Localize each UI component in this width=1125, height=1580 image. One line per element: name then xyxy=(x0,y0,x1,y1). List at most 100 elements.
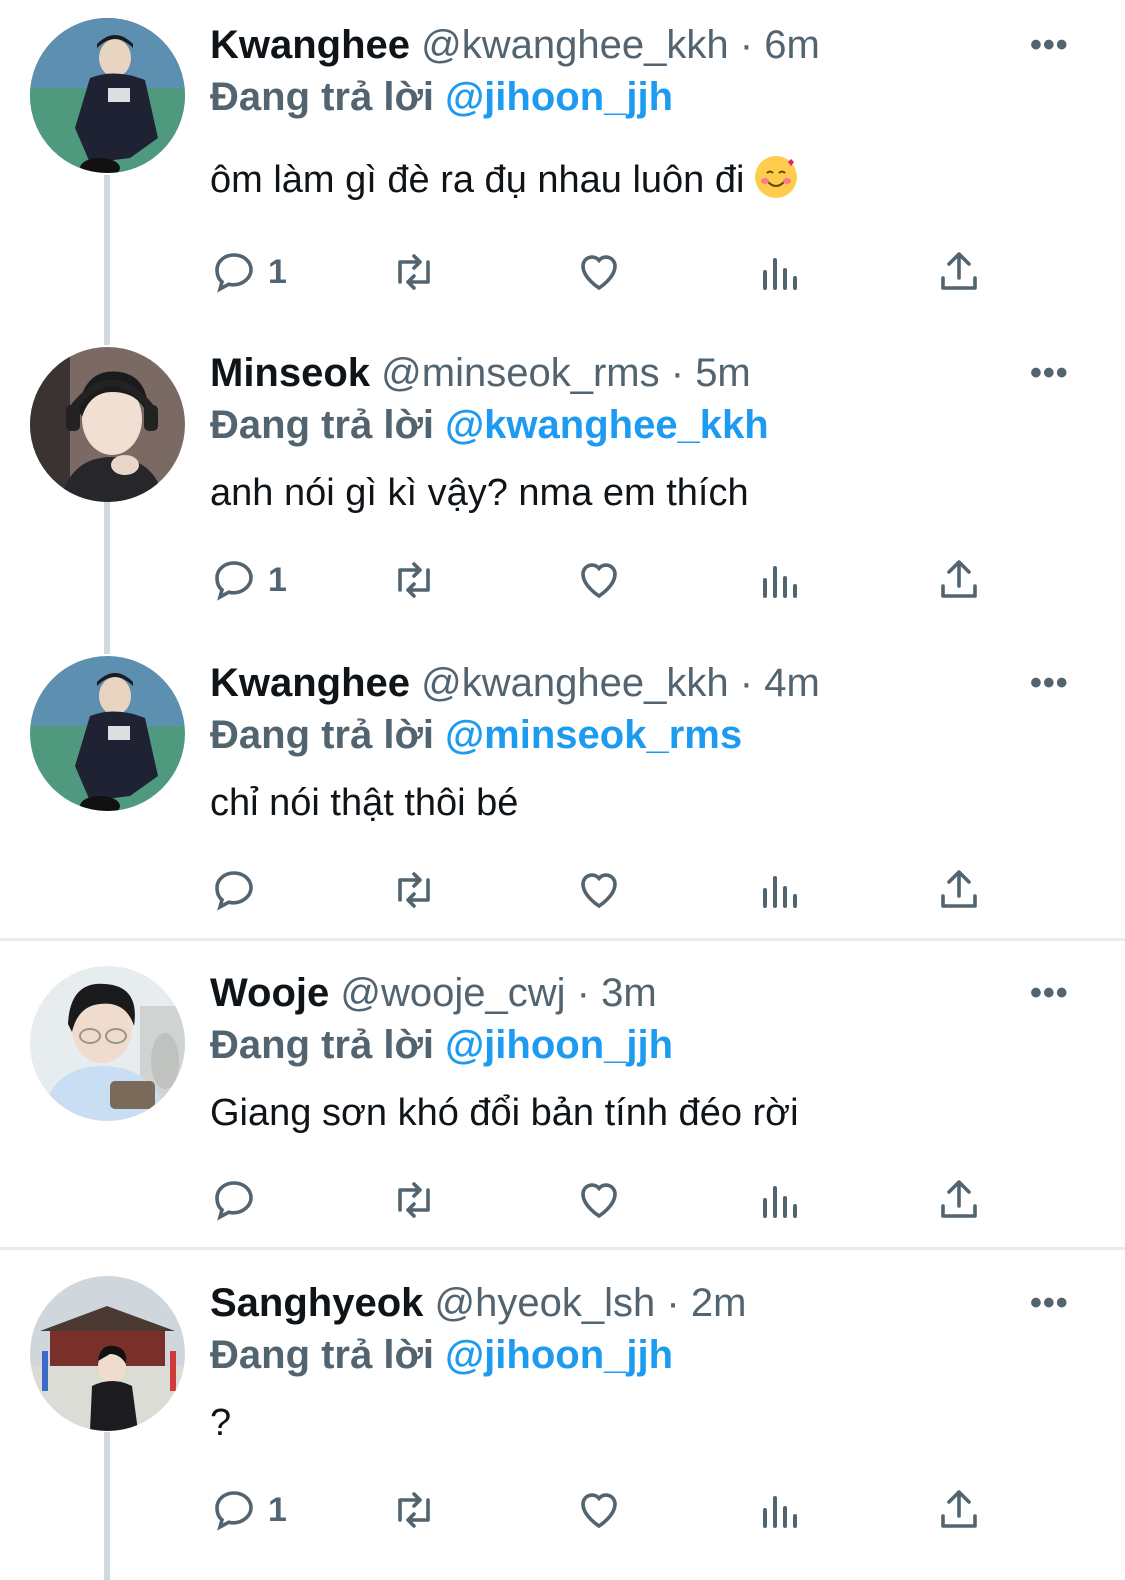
replying-to-label: Đang trả lời xyxy=(210,713,435,757)
replying-to: Đang trả lời @jihoon_jjh xyxy=(210,1330,673,1380)
avatar[interactable] xyxy=(30,656,185,811)
mention-link[interactable]: @jihoon_jjh xyxy=(445,75,673,119)
tweet-actions xyxy=(210,1170,990,1230)
user-handle[interactable]: @kwanghee_kkh xyxy=(421,23,728,67)
mention-link[interactable]: @jihoon_jjh xyxy=(445,1023,673,1067)
more-options-icon[interactable]: ••• xyxy=(1030,664,1069,703)
reply-button[interactable]: 1 xyxy=(210,1480,287,1540)
avatar-image xyxy=(30,966,185,1121)
display-name[interactable]: Wooje xyxy=(210,971,329,1015)
views-icon xyxy=(763,1186,797,1218)
share-button[interactable] xyxy=(935,242,983,302)
separator-dot: · xyxy=(666,1281,680,1325)
replying-to: Đang trả lời @minseok_rms xyxy=(210,710,742,760)
tweet-text: Giang sơn khó đổi bản tính đéo rời xyxy=(210,1092,799,1134)
avatar[interactable] xyxy=(30,966,185,1121)
retweet-button[interactable] xyxy=(390,1480,438,1540)
mention-link[interactable]: @minseok_rms xyxy=(445,713,742,757)
tweet-text-body: ôm làm gì đè ra đụ nhau luôn đi xyxy=(210,159,745,201)
retweet-icon xyxy=(398,1492,430,1528)
retweet-icon xyxy=(398,1182,430,1218)
separator-dot: · xyxy=(739,661,754,705)
more-options-icon[interactable]: ••• xyxy=(1030,1284,1069,1323)
tweet-text: chỉ nói thật thôi bé xyxy=(210,782,519,824)
retweet-icon xyxy=(398,562,430,598)
more-options-icon[interactable]: ••• xyxy=(1030,974,1069,1013)
replying-to: Đang trả lời @jihoon_jjh xyxy=(210,1020,673,1070)
display-name[interactable]: Minseok xyxy=(210,351,370,395)
share-button[interactable] xyxy=(935,1480,983,1540)
avatar[interactable] xyxy=(30,1276,185,1431)
like-button[interactable] xyxy=(575,860,623,920)
more-options-icon[interactable]: ••• xyxy=(1030,354,1069,393)
tweet-text: ? xyxy=(210,1402,232,1444)
reply-count: 1 xyxy=(268,1490,287,1529)
timestamp[interactable]: 5m xyxy=(695,351,751,395)
share-button[interactable] xyxy=(935,860,983,920)
tweet[interactable]: Kwanghee @kwanghee_kkh · 4m ••• Đang trả… xyxy=(0,640,1125,938)
share-button[interactable] xyxy=(935,550,983,610)
reply-icon xyxy=(215,871,253,911)
separator-dot: · xyxy=(739,23,754,67)
tweet-header: Kwanghee @kwanghee_kkh · 4m xyxy=(210,658,820,708)
tweet-header: Kwanghee @kwanghee_kkh · 6m xyxy=(210,20,820,70)
user-handle[interactable]: @wooje_cwj xyxy=(340,971,565,1015)
timestamp[interactable]: 4m xyxy=(764,661,820,705)
display-name[interactable]: Kwanghee xyxy=(210,23,410,67)
heart-icon xyxy=(581,563,617,599)
retweet-button[interactable] xyxy=(390,242,438,302)
display-name[interactable]: Sanghyeok xyxy=(210,1281,423,1325)
tweet[interactable]: Kwanghee @kwanghee_kkh · 6m ••• Đang trả… xyxy=(0,0,1125,330)
display-name[interactable]: Kwanghee xyxy=(210,661,410,705)
retweet-button[interactable] xyxy=(390,550,438,610)
retweet-button[interactable] xyxy=(390,1170,438,1230)
user-handle[interactable]: @hyeok_lsh xyxy=(435,1281,656,1325)
user-handle[interactable]: @kwanghee_kkh xyxy=(421,661,728,705)
views-button[interactable] xyxy=(755,550,803,610)
user-handle[interactable]: @minseok_rms xyxy=(381,351,659,395)
views-button[interactable] xyxy=(755,1170,803,1230)
tweet[interactable]: Wooje @wooje_cwj · 3m ••• Đang trả lời @… xyxy=(0,950,1125,1247)
tweet-text: ôm làm gì đè ra đụ nhau luôn đi xyxy=(210,155,798,205)
separator-dot: · xyxy=(576,971,590,1015)
replying-to-label: Đang trả lời xyxy=(210,403,435,447)
avatar-image xyxy=(30,656,185,811)
share-icon xyxy=(941,1490,977,1528)
reply-button[interactable] xyxy=(210,860,268,920)
avatar-image xyxy=(30,347,185,502)
retweet-button[interactable] xyxy=(390,860,438,920)
divider xyxy=(0,938,1125,941)
like-button[interactable] xyxy=(575,1170,623,1230)
share-icon xyxy=(941,870,977,908)
views-button[interactable] xyxy=(755,860,803,920)
replying-to-label: Đang trả lời xyxy=(210,1023,435,1067)
heart-icon xyxy=(581,1493,617,1529)
timestamp[interactable]: 2m xyxy=(691,1281,747,1325)
timestamp[interactable]: 3m xyxy=(601,971,657,1015)
separator-dot: · xyxy=(670,351,685,395)
heart-icon xyxy=(581,873,617,909)
tweet-header: Wooje @wooje_cwj · 3m xyxy=(210,968,657,1018)
tweet[interactable]: Minseok @minseok_rms · 5m ••• Đang trả l… xyxy=(0,330,1125,640)
tweet[interactable]: Sanghyeok @hyeok_lsh · 2m ••• Đang trả l… xyxy=(0,1260,1125,1580)
smiling-face-with-hearts-icon xyxy=(755,156,798,198)
reply-button[interactable] xyxy=(210,1170,268,1230)
like-button[interactable] xyxy=(575,242,623,302)
avatar[interactable] xyxy=(30,18,185,173)
timestamp[interactable]: 6m xyxy=(764,23,820,67)
share-button[interactable] xyxy=(935,1170,983,1230)
reply-button[interactable]: 1 xyxy=(210,550,287,610)
mention-link[interactable]: @kwanghee_kkh xyxy=(445,403,769,447)
views-button[interactable] xyxy=(755,1480,803,1540)
mention-link[interactable]: @jihoon_jjh xyxy=(445,1333,673,1377)
tweet-actions xyxy=(210,860,990,920)
avatar[interactable] xyxy=(30,347,185,502)
like-button[interactable] xyxy=(575,550,623,610)
retweet-icon xyxy=(398,872,430,908)
reply-button[interactable]: 1 xyxy=(210,242,287,302)
like-button[interactable] xyxy=(575,1480,623,1540)
views-button[interactable] xyxy=(755,242,803,302)
tweet-header: Sanghyeok @hyeok_lsh · 2m xyxy=(210,1278,746,1328)
heart-icon xyxy=(581,1183,617,1219)
more-options-icon[interactable]: ••• xyxy=(1030,26,1069,65)
